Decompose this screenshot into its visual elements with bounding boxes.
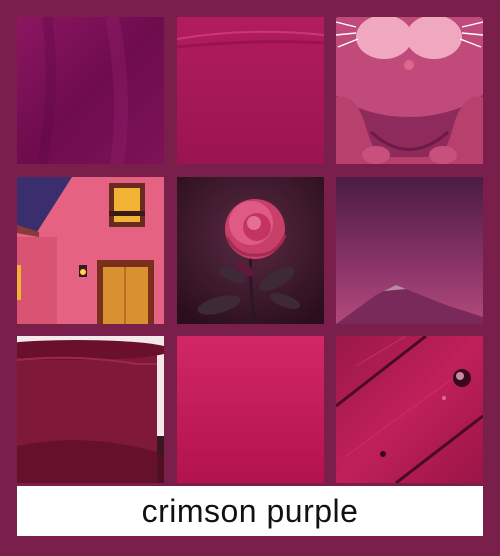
swatch-fabric-fold (177, 17, 324, 164)
swatch-wood-plank (336, 336, 483, 483)
swatch-cartoon-house (17, 177, 164, 324)
swatch-gradient (177, 336, 324, 483)
swatch-rose (177, 177, 324, 324)
color-name-caption: crimson purple (17, 486, 483, 536)
swatch-mountain-haze (336, 177, 483, 324)
swatch-bowl (17, 336, 164, 483)
swatch-cartoon-cat (336, 17, 483, 164)
swatch-fabric-drape (17, 17, 164, 164)
